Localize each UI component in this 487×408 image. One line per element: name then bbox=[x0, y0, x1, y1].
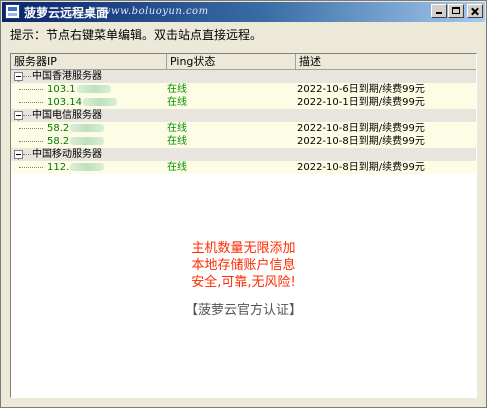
ping-status: 在线 bbox=[167, 123, 187, 134]
ping-status: 在线 bbox=[167, 84, 187, 95]
ip-mask bbox=[76, 85, 111, 93]
server-description: 2022-10-6日到期/续费99元 bbox=[297, 84, 425, 95]
list-header: 服务器IP Ping状态 描述 bbox=[11, 54, 476, 70]
server-description: 2022-10-8日到期/续费99元 bbox=[297, 136, 425, 147]
ping-status: 在线 bbox=[167, 136, 187, 147]
group-row-telecom[interactable]: 中国电信服务器 bbox=[11, 109, 476, 122]
server-row[interactable]: 112. 在线 2022-10-8日到期/续费99元 bbox=[11, 161, 476, 174]
server-row[interactable]: 58.2 在线 2022-10-8日到期/续费99元 bbox=[11, 135, 476, 148]
tree-connector bbox=[19, 128, 43, 129]
server-ip: 103.1 bbox=[47, 83, 111, 96]
title-bar[interactable]: 菠萝云远程桌面 www.boluoyun.com bbox=[2, 2, 485, 22]
column-header-ping[interactable]: Ping状态 bbox=[167, 54, 296, 69]
server-description: 2022-10-1日到期/续费99元 bbox=[297, 97, 425, 108]
group-label: 中国移动服务器 bbox=[32, 149, 102, 160]
app-window: 菠萝云远程桌面 www.boluoyun.com 提示：节点右键菜单编辑。双击站… bbox=[0, 0, 487, 408]
ping-status: 在线 bbox=[167, 97, 187, 108]
ip-mask bbox=[70, 137, 105, 145]
server-ip: 58.2 bbox=[47, 135, 105, 148]
tree-connector bbox=[19, 167, 43, 168]
collapse-icon[interactable] bbox=[14, 150, 23, 159]
ping-status: 在线 bbox=[167, 162, 187, 173]
tree-connector bbox=[23, 154, 31, 155]
certification-text: 【菠萝云官方认证】 bbox=[184, 303, 302, 318]
app-icon bbox=[5, 4, 20, 19]
ip-mask bbox=[70, 163, 105, 171]
ip-mask bbox=[70, 124, 105, 132]
server-description: 2022-10-8日到期/续费99元 bbox=[297, 123, 425, 134]
column-header-desc[interactable]: 描述 bbox=[296, 54, 476, 69]
hint-text: 提示：节点右键菜单编辑。双击站点直接远程。 bbox=[10, 28, 263, 42]
tree-connector bbox=[19, 141, 43, 142]
collapse-icon[interactable] bbox=[14, 111, 23, 120]
group-row-hongkong[interactable]: 中国香港服务器 bbox=[11, 70, 476, 83]
tree-connector bbox=[19, 89, 43, 90]
promo-line-3: 安全,可靠,无风险! bbox=[191, 275, 296, 290]
tree-connector bbox=[23, 76, 31, 77]
tree-connector bbox=[23, 115, 31, 116]
server-row[interactable]: 58.2 在线 2022-10-8日到期/续费99元 bbox=[11, 122, 476, 135]
collapse-icon[interactable] bbox=[14, 72, 23, 81]
server-list[interactable]: 服务器IP Ping状态 描述 中国香港服务器 103.1 在线 2022-10… bbox=[10, 53, 477, 398]
group-row-mobile[interactable]: 中国移动服务器 bbox=[11, 148, 476, 161]
maximize-icon[interactable] bbox=[448, 4, 464, 18]
window-url: www.boluoyun.com bbox=[102, 6, 209, 17]
server-ip: 112. bbox=[47, 161, 105, 174]
server-ip: 58.2 bbox=[47, 122, 105, 135]
server-row[interactable]: 103.14 在线 2022-10-1日到期/续费99元 bbox=[11, 96, 476, 109]
server-ip: 103.14 bbox=[47, 96, 117, 109]
minimize-icon[interactable] bbox=[431, 4, 447, 18]
server-row[interactable]: 103.1 在线 2022-10-6日到期/续费99元 bbox=[11, 83, 476, 96]
close-icon[interactable] bbox=[467, 4, 483, 18]
group-label: 中国香港服务器 bbox=[32, 71, 102, 82]
window-controls bbox=[431, 4, 483, 18]
server-description: 2022-10-8日到期/续费99元 bbox=[297, 162, 425, 173]
window-title: 菠萝云远程桌面 bbox=[24, 6, 109, 20]
column-header-ip[interactable]: 服务器IP bbox=[11, 54, 167, 69]
ip-mask bbox=[83, 98, 117, 106]
tree-connector bbox=[19, 102, 43, 103]
group-label: 中国电信服务器 bbox=[32, 110, 102, 121]
